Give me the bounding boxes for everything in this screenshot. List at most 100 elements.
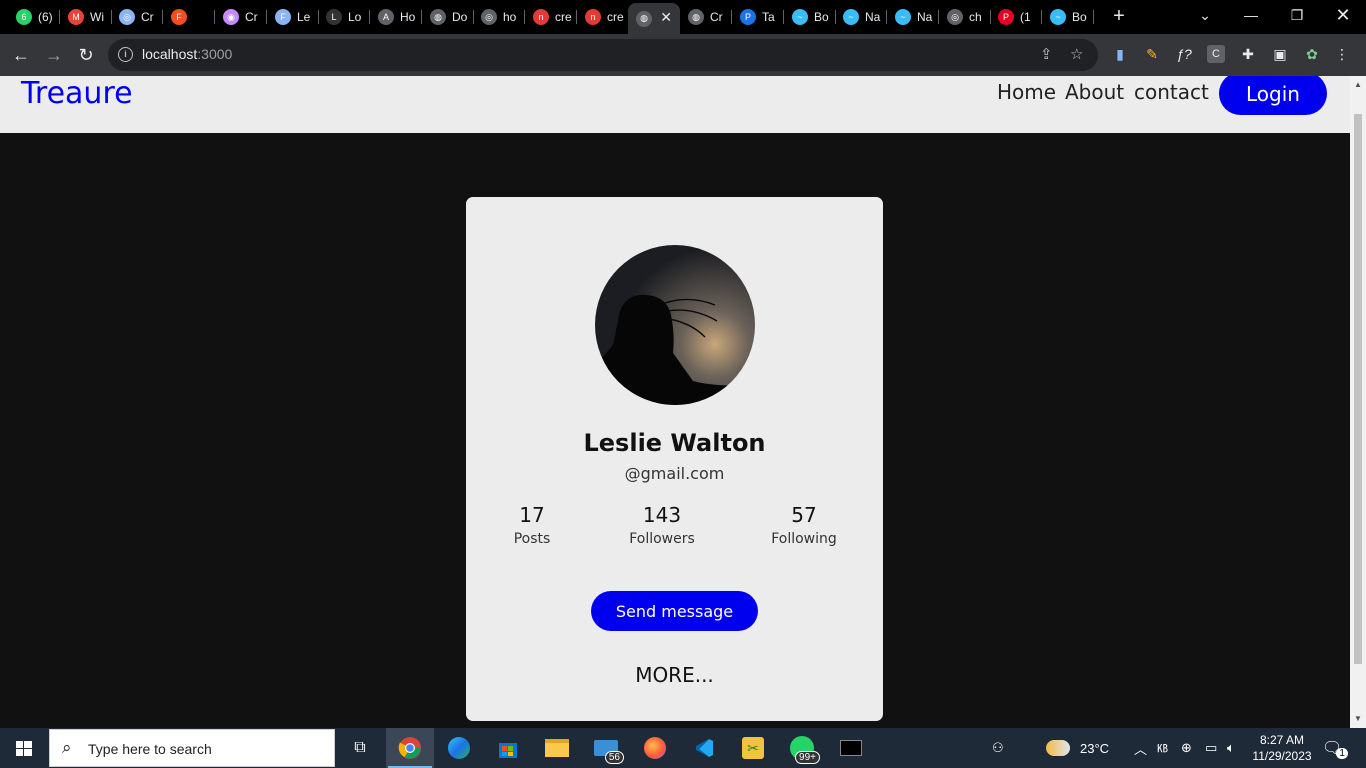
tab-title: ho — [503, 10, 517, 24]
browser-tab[interactable]: n cre — [525, 3, 577, 31]
forward-button[interactable]: → — [41, 42, 67, 68]
more-link[interactable]: MORE... — [466, 663, 883, 687]
volume-icon[interactable]: 🔈︎ — [1227, 728, 1235, 768]
start-button[interactable] — [0, 728, 48, 768]
login-button[interactable]: Login — [1219, 76, 1327, 115]
browser-tab[interactable]: ◎ ho — [473, 3, 525, 31]
browser-tab[interactable]: ~ Bo — [784, 3, 836, 31]
browser-tab[interactable]: ◎ ch — [939, 3, 991, 31]
extensions-puzzle-icon[interactable]: ✚ — [1239, 45, 1257, 63]
bookmark-star-icon[interactable]: ☆ — [1070, 45, 1083, 63]
tab-favicon-icon: P — [998, 9, 1014, 25]
browser-tab[interactable]: M Wi — [60, 3, 112, 31]
snip-tool-taskbar-icon[interactable]: ✂ — [729, 728, 777, 768]
close-window-button[interactable]: ✕ — [1320, 2, 1366, 30]
clock-date: 11/29/2023 — [1252, 749, 1312, 763]
vscode-taskbar-icon[interactable] — [680, 728, 728, 768]
browser-tab[interactable]: F — [163, 3, 215, 31]
scrollbar-thumb[interactable] — [1354, 114, 1362, 664]
chrome-taskbar-icon[interactable] — [386, 728, 434, 768]
scroll-up-icon[interactable]: ▲ — [1354, 80, 1362, 89]
tab-favicon-icon: ~ — [792, 9, 808, 25]
stat-followers-value: 143 — [642, 503, 682, 527]
stat-following-label: Following — [771, 531, 837, 547]
taskbar-search[interactable]: ⌕ Type here to search — [49, 729, 335, 767]
extension-formula-icon[interactable]: ƒ? — [1175, 45, 1193, 63]
tab-title: Na — [917, 10, 933, 24]
profile-email: @gmail.com — [624, 464, 725, 483]
browser-tab[interactable]: ◍ Cr — [680, 3, 732, 31]
tab-favicon-icon: ◍ — [430, 9, 446, 25]
browser-tab[interactable]: P Ta — [732, 3, 784, 31]
system-clock[interactable]: 8:27 AM 11/29/2023 — [1246, 732, 1318, 764]
file-explorer-taskbar-icon[interactable] — [533, 728, 581, 768]
tab-search-icon[interactable]: ⌄ — [1182, 2, 1228, 30]
new-tab-button[interactable]: + — [1108, 5, 1130, 27]
browser-tab[interactable]: ◍ ✕ — [628, 3, 680, 34]
profile-avatar — [595, 245, 755, 405]
tab-favicon-icon: L — [326, 9, 342, 25]
minimize-button[interactable]: — — [1228, 2, 1274, 30]
tab-strip: 6 (6) M Wi ◎ Cr F ◉ Cr F Le L Lo A Ho ◍ Do ◎ ho n cre n cre ◍ ✕ ◍… — [0, 0, 1366, 34]
mail-badge: 56 — [604, 751, 624, 764]
task-view-icon[interactable]: ⧉ — [336, 728, 384, 768]
nav-about-link[interactable]: About — [1065, 80, 1124, 104]
tab-separator — [1093, 10, 1094, 24]
nav-contact-link[interactable]: contact — [1134, 80, 1209, 104]
browser-tab[interactable]: ◎ Cr — [111, 3, 163, 31]
notification-center-icon[interactable]: 🗨︎ 1 — [1322, 728, 1348, 768]
browser-tab[interactable]: F Le — [267, 3, 319, 31]
browser-toolbar: ← → ↻ i localhost:3000 ⇪ ☆ ▮ ✎ ƒ? C ✚ ▣ … — [0, 34, 1366, 76]
people-icon[interactable]: ⚇ — [992, 728, 1004, 768]
browser-tab[interactable]: ~ Bo — [1042, 3, 1094, 31]
extension-c-icon[interactable]: C — [1207, 45, 1225, 63]
browser-tab[interactable]: n cre — [577, 3, 629, 31]
stat-posts-label: Posts — [513, 531, 551, 547]
weather-widget[interactable]: 23°C — [1046, 728, 1109, 768]
browser-tab[interactable]: ~ Na — [835, 3, 887, 31]
whatsapp-taskbar-icon[interactable]: 99+ — [778, 728, 826, 768]
stat-posts: 17 Posts — [472, 503, 592, 547]
extension-pen-icon[interactable]: ✎ — [1143, 45, 1161, 63]
tab-favicon-icon: P — [740, 9, 756, 25]
side-panel-icon[interactable]: ▣ — [1271, 45, 1289, 63]
site-info-icon[interactable]: i — [118, 47, 133, 62]
browser-tab[interactable]: A Ho — [370, 3, 422, 31]
tab-favicon-icon: F — [275, 9, 291, 25]
tab-close-icon[interactable]: ✕ — [660, 9, 672, 26]
browser-tab[interactable]: 6 (6) — [8, 3, 60, 31]
browser-tab[interactable]: ◍ Do — [422, 3, 474, 31]
page-scrollbar[interactable]: ▲ ▼ — [1350, 76, 1366, 728]
browser-tab[interactable]: ◉ Cr — [215, 3, 267, 31]
firefox-taskbar-icon[interactable] — [631, 728, 679, 768]
battery-icon[interactable]: ▭ — [1205, 728, 1217, 768]
input-method-icon[interactable]: ㎅ — [1157, 728, 1168, 768]
reload-button[interactable]: ↻ — [73, 42, 99, 68]
tab-title: Do — [452, 10, 468, 24]
browser-tab[interactable]: P (1 — [990, 3, 1042, 31]
share-icon[interactable]: ⇪ — [1040, 45, 1053, 63]
chrome-menu-icon[interactable]: ⋮ — [1333, 45, 1351, 63]
store-taskbar-icon[interactable] — [484, 728, 532, 768]
network-globe-icon[interactable]: ⊕ — [1181, 728, 1192, 768]
maximize-button[interactable]: ❐ — [1274, 2, 1320, 30]
site-logo[interactable]: Treaure — [21, 76, 133, 111]
tab-favicon-icon: M — [68, 9, 84, 25]
mail-taskbar-icon[interactable]: 56 — [582, 728, 630, 768]
terminal-taskbar-icon[interactable] — [827, 728, 875, 768]
tab-favicon-icon: ◍ — [636, 10, 652, 27]
address-bar[interactable]: i localhost:3000 ⇪ ☆ — [108, 39, 1098, 71]
profile-avatar-icon[interactable]: ✿ — [1303, 45, 1321, 63]
edge-taskbar-icon[interactable] — [435, 728, 483, 768]
tab-favicon-icon: ~ — [843, 9, 859, 25]
temperature-text: 23°C — [1080, 740, 1110, 756]
browser-tab[interactable]: ~ Na — [887, 3, 939, 31]
send-message-button[interactable]: Send message — [591, 591, 758, 631]
browser-tab[interactable]: L Lo — [318, 3, 370, 31]
stat-posts-value: 17 — [519, 503, 545, 527]
nav-home-link[interactable]: Home — [997, 80, 1056, 104]
scroll-down-icon[interactable]: ▼ — [1354, 714, 1362, 723]
back-button[interactable]: ← — [8, 42, 34, 68]
show-hidden-icons-icon[interactable]: ︿ — [1134, 728, 1147, 768]
extension-doc-icon[interactable]: ▮ — [1111, 45, 1129, 63]
